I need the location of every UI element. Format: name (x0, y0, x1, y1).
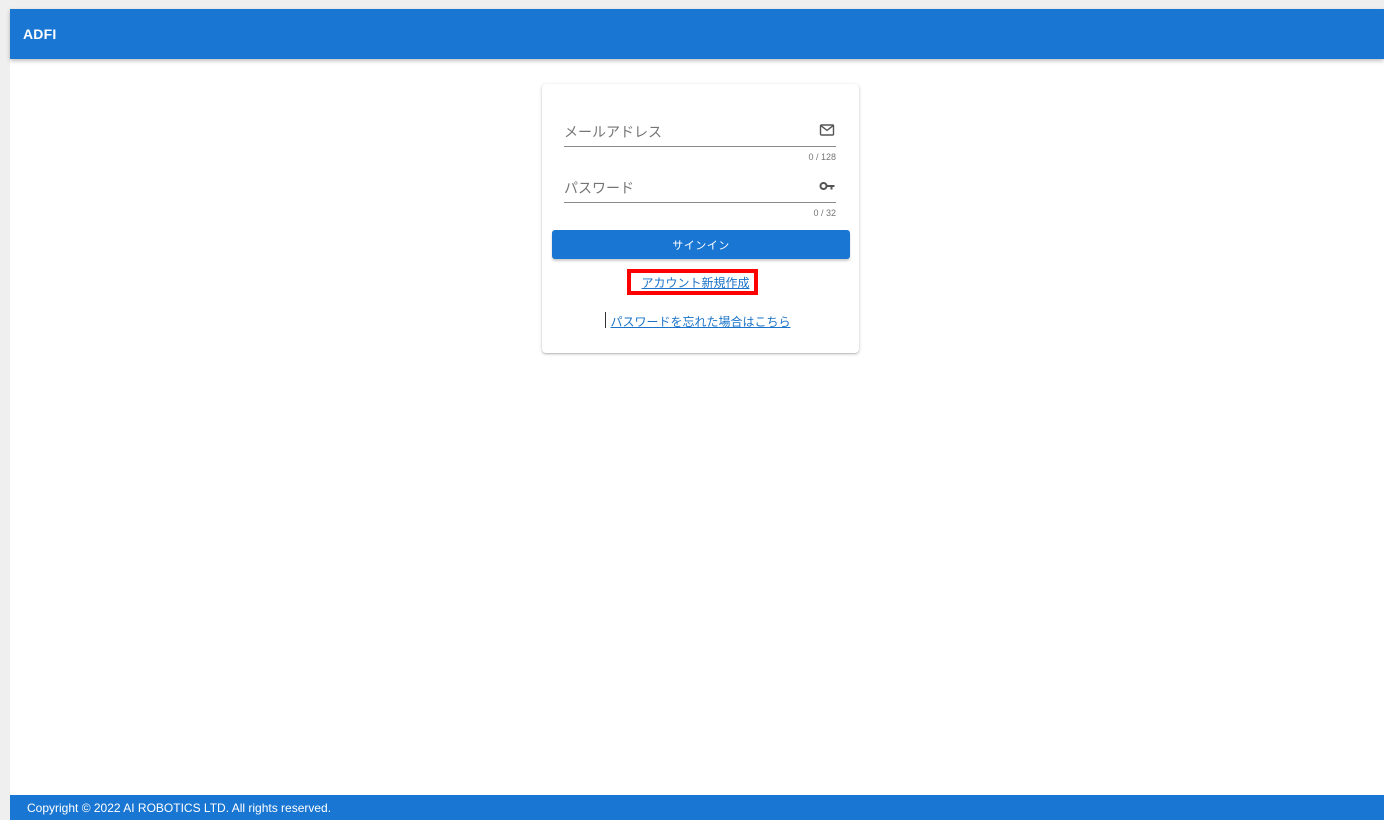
create-account-highlight: アカウント新規作成 (627, 269, 758, 295)
email-underline (564, 146, 836, 147)
copyright-text: Copyright © 2022 AI ROBOTICS LTD. All ri… (27, 800, 332, 815)
email-char-counter: 0 / 128 (808, 152, 836, 162)
signin-button[interactable]: サインイン (552, 230, 850, 259)
forgot-password-link[interactable]: パスワードを忘れた場合はこちら (542, 313, 859, 330)
app-title: ADFI (23, 26, 57, 42)
password-char-counter: 0 / 32 (813, 208, 836, 218)
key-icon (819, 179, 835, 193)
footer-bar: Copyright © 2022 AI ROBOTICS LTD. All ri… (10, 795, 1384, 820)
create-account-link[interactable]: アカウント新規作成 (641, 274, 749, 291)
mail-icon (819, 123, 835, 137)
password-field[interactable]: パスワード 0 / 32 (564, 178, 836, 228)
app-bar: ADFI (10, 9, 1384, 59)
password-label: パスワード (564, 180, 634, 196)
password-underline (564, 202, 836, 203)
email-label: メールアドレス (564, 124, 662, 140)
login-card: メールアドレス 0 / 128 パスワード 0 / 32 サインイン アカウント… (542, 84, 859, 353)
app-window: ADFI メールアドレス 0 / 128 パスワード 0 / 32 サインイン … (10, 9, 1384, 820)
email-field[interactable]: メールアドレス 0 / 128 (564, 122, 836, 172)
